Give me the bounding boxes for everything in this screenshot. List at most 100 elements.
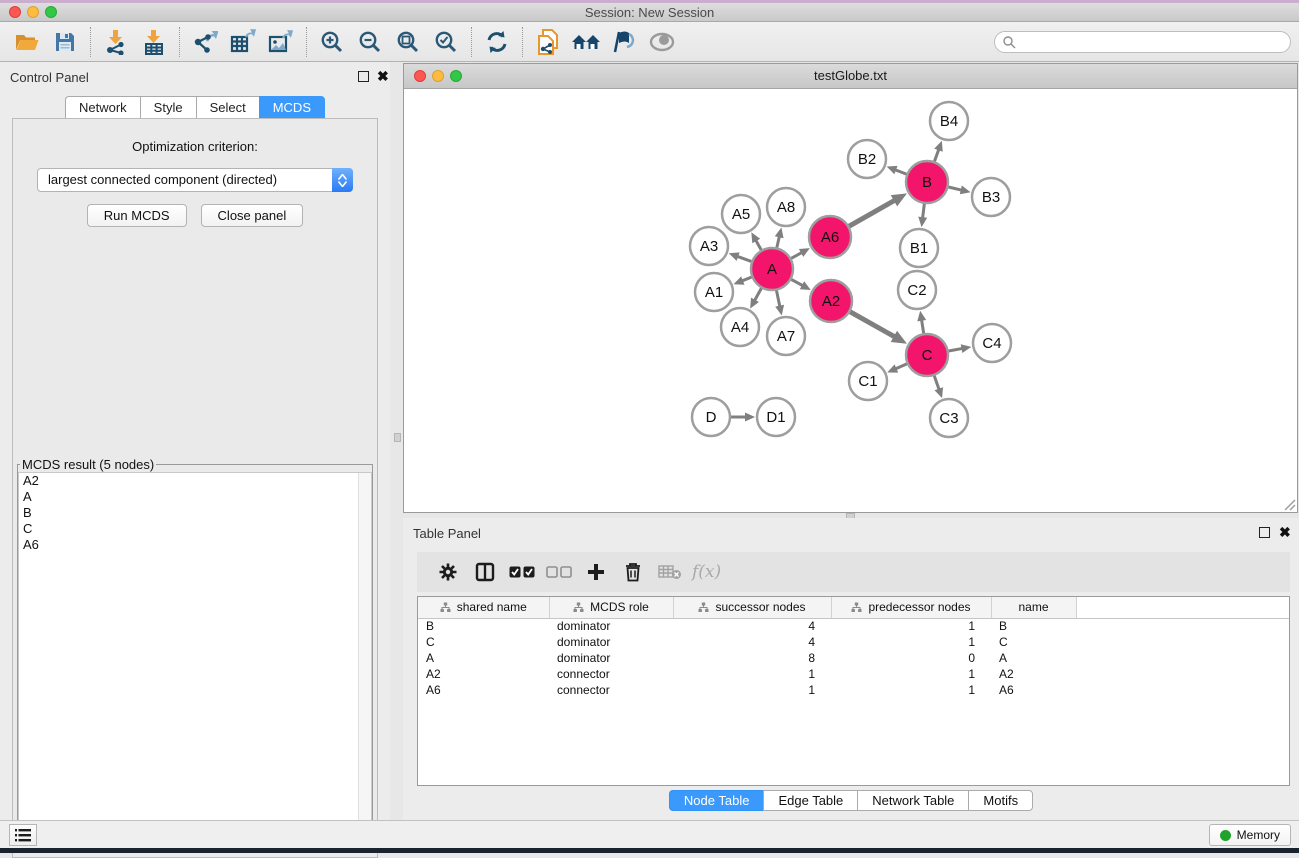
result-list-scrollbar[interactable] — [358, 473, 371, 851]
table-cell[interactable]: 1 — [831, 666, 991, 682]
close-traffic-light[interactable] — [414, 70, 426, 82]
edge-A-A6[interactable] — [791, 252, 802, 258]
edge-A-A2[interactable] — [791, 279, 803, 285]
memory-button[interactable]: Memory — [1209, 824, 1291, 846]
table-cell[interactable]: 1 — [673, 666, 831, 682]
search-input[interactable] — [1016, 33, 1290, 51]
column-header-predecessor-nodes[interactable]: predecessor nodes — [831, 597, 991, 618]
table-cell[interactable]: A6 — [418, 682, 549, 698]
new-session-icon[interactable] — [529, 25, 567, 59]
zoom-in-icon[interactable] — [313, 25, 351, 59]
eye-icon[interactable] — [643, 25, 681, 59]
add-column-icon[interactable] — [577, 556, 614, 588]
edge-B-B3[interactable] — [948, 187, 961, 190]
table-cell[interactable]: 1 — [831, 618, 991, 634]
float-panel-icon[interactable] — [1259, 527, 1270, 538]
export-network-icon[interactable] — [186, 25, 224, 59]
minimize-traffic-light[interactable] — [27, 6, 39, 18]
table-cell[interactable]: B — [991, 618, 1076, 634]
float-panel-icon[interactable] — [358, 71, 369, 82]
delete-column-icon[interactable] — [614, 556, 651, 588]
table-cell[interactable]: B — [418, 618, 549, 634]
tab-node-table[interactable]: Node Table — [669, 790, 764, 811]
refresh-icon[interactable] — [478, 25, 516, 59]
table-cell[interactable]: 1 — [831, 682, 991, 698]
table-row[interactable]: A6connector11A6 — [418, 682, 1289, 698]
result-item[interactable]: C — [19, 521, 371, 537]
edge-B-B4[interactable] — [934, 149, 938, 161]
edge-C-C2[interactable] — [922, 320, 924, 334]
table-cell[interactable]: dominator — [549, 650, 673, 666]
search-box[interactable] — [994, 31, 1291, 53]
select-all-icon[interactable] — [503, 556, 540, 588]
result-item[interactable]: A6 — [19, 537, 371, 553]
network-canvas[interactable]: AA1A2A3A4A5A6A7A8BB1B2B3B4CC1C2C3C4DD1 — [404, 89, 1297, 512]
import-network-icon[interactable] — [97, 25, 135, 59]
table-cell[interactable]: C — [991, 634, 1076, 650]
edge-A-A4[interactable] — [754, 288, 761, 300]
table-cell[interactable]: C — [418, 634, 549, 650]
table-cell[interactable]: dominator — [549, 618, 673, 634]
show-graphics-details-icon[interactable] — [605, 25, 643, 59]
criterion-select[interactable]: largest connected component (directed) — [37, 168, 353, 192]
table-cell[interactable]: 8 — [673, 650, 831, 666]
gear-icon[interactable] — [429, 556, 466, 588]
edge-A-A3[interactable] — [737, 256, 751, 261]
edge-B-B1[interactable] — [923, 204, 925, 218]
mcds-result-list[interactable]: A2ABCA6 — [18, 472, 372, 852]
window-resize-grip[interactable] — [1282, 497, 1296, 511]
table-row[interactable]: Cdominator41C — [418, 634, 1289, 650]
table-cell[interactable]: 1 — [831, 634, 991, 650]
column-header-successor-nodes[interactable]: successor nodes — [673, 597, 831, 618]
save-session-icon[interactable] — [46, 25, 84, 59]
table-cell[interactable]: connector — [549, 666, 673, 682]
maximize-traffic-light[interactable] — [45, 6, 57, 18]
result-item[interactable]: A — [19, 489, 371, 505]
table-cell[interactable]: 4 — [673, 634, 831, 650]
network-graph[interactable]: AA1A2A3A4A5A6A7A8BB1B2B3B4CC1C2C3C4DD1 — [404, 89, 1297, 512]
edge-A-A7[interactable] — [776, 291, 779, 307]
table-row[interactable]: Bdominator41B — [418, 618, 1289, 634]
home-icon[interactable] — [567, 25, 605, 59]
node-table[interactable]: shared nameMCDS rolesuccessor nodesprede… — [418, 597, 1289, 698]
result-item[interactable]: A2 — [19, 473, 371, 489]
result-item[interactable]: B — [19, 505, 371, 521]
edge-C-C4[interactable] — [949, 348, 963, 351]
table-cell[interactable]: 4 — [673, 618, 831, 634]
open-file-icon[interactable] — [8, 25, 46, 59]
network-window-titlebar[interactable]: testGlobe.txt — [404, 64, 1297, 89]
tab-network[interactable]: Network — [65, 96, 140, 119]
zoom-out-icon[interactable] — [351, 25, 389, 59]
edge-C-C3[interactable] — [934, 376, 939, 390]
tab-network-table[interactable]: Network Table — [857, 790, 968, 811]
close-traffic-light[interactable] — [9, 6, 21, 18]
table-cell[interactable]: A6 — [991, 682, 1076, 698]
deselect-all-icon[interactable] — [540, 556, 577, 588]
tab-mcds[interactable]: MCDS — [259, 96, 325, 119]
minimize-traffic-light[interactable] — [432, 70, 444, 82]
edge-B-B2[interactable] — [895, 170, 906, 174]
edge-A-A5[interactable] — [756, 240, 761, 250]
tab-motifs[interactable]: Motifs — [968, 790, 1033, 811]
table-cell[interactable]: 1 — [673, 682, 831, 698]
zoom-fit-icon[interactable] — [389, 25, 427, 59]
edge-A6-B[interactable] — [849, 200, 895, 226]
edge-A2-C[interactable] — [850, 312, 895, 337]
tab-edge-table[interactable]: Edge Table — [763, 790, 857, 811]
split-columns-icon[interactable] — [466, 556, 503, 588]
export-image-icon[interactable] — [262, 25, 300, 59]
edge-C-C1[interactable] — [895, 364, 906, 369]
vertical-splitter-grip[interactable] — [394, 433, 401, 442]
edge-A-A8[interactable] — [777, 236, 780, 247]
column-header-MCDS-role[interactable]: MCDS role — [549, 597, 673, 618]
tab-style[interactable]: Style — [140, 96, 196, 119]
close-panel-icon[interactable]: ✖ — [1279, 525, 1291, 539]
zoom-selected-icon[interactable] — [427, 25, 465, 59]
table-cell[interactable]: A — [418, 650, 549, 666]
column-header-name[interactable]: name — [991, 597, 1076, 618]
maximize-traffic-light[interactable] — [450, 70, 462, 82]
column-header-shared-name[interactable]: shared name — [418, 597, 549, 618]
table-cell[interactable]: dominator — [549, 634, 673, 650]
export-table-icon[interactable] — [224, 25, 262, 59]
edge-A-A1[interactable] — [742, 277, 752, 281]
